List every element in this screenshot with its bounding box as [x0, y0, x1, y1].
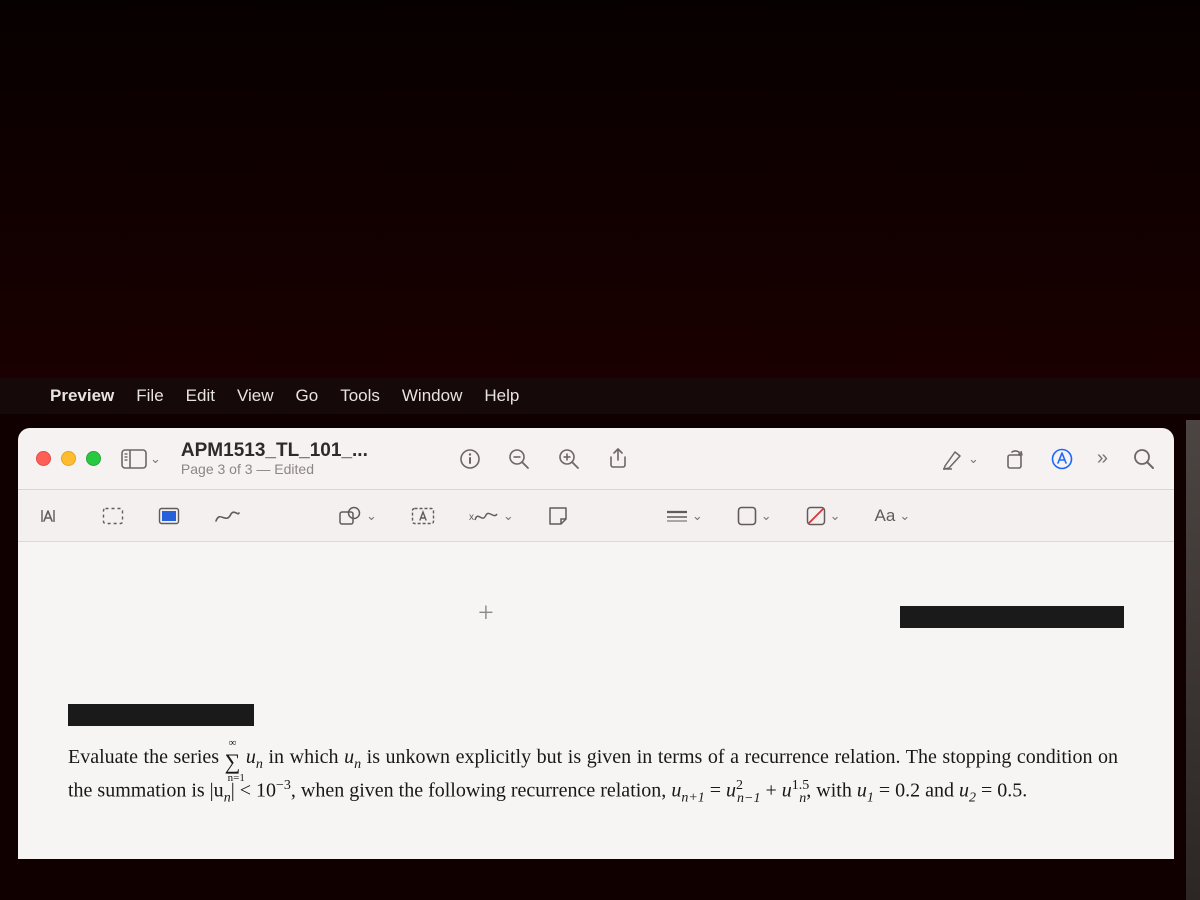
rect-selection-tool[interactable]: [102, 507, 124, 525]
markup-button[interactable]: [1051, 448, 1073, 470]
overflow-more-icon[interactable]: »: [1097, 447, 1108, 470]
menu-window[interactable]: Window: [402, 386, 462, 406]
redact-tool[interactable]: [158, 507, 180, 525]
document-title: APM1513_TL_101_...: [181, 440, 441, 462]
chevron-down-icon: ⌄: [503, 508, 514, 524]
zoom-out-button[interactable]: [507, 447, 531, 471]
text-tool[interactable]: [411, 507, 435, 525]
text-style-tool[interactable]: Aa ⌄: [875, 506, 911, 526]
sketch-tool[interactable]: [214, 507, 240, 525]
zoom-in-button[interactable]: [557, 447, 581, 471]
chevron-down-icon: ⌄: [761, 508, 772, 524]
shapes-tool[interactable]: ⌄: [338, 506, 377, 526]
border-style-tool[interactable]: ⌄: [666, 508, 703, 524]
menu-help[interactable]: Help: [484, 386, 519, 406]
sign-tool[interactable]: x ⌄: [469, 507, 514, 525]
sidebar-toggle-button[interactable]: ⌄: [121, 449, 161, 469]
menu-view[interactable]: View: [237, 386, 274, 406]
menu-file[interactable]: File: [136, 386, 163, 406]
window-zoom-button[interactable]: [86, 451, 101, 466]
chevron-down-icon: ⌄: [899, 508, 910, 524]
document-body-text: Evaluate the series ∑∞n=1 un in which un…: [68, 744, 1118, 809]
window-titlebar: ⌄ APM1513_TL_101_... Page 3 of 3 — Edite…: [18, 428, 1174, 490]
border-color-tool[interactable]: ⌄: [737, 506, 772, 526]
chevron-down-icon: ⌄: [830, 508, 841, 524]
menu-tools[interactable]: Tools: [340, 386, 380, 406]
menu-go[interactable]: Go: [296, 386, 319, 406]
window-close-button[interactable]: [36, 451, 51, 466]
redacted-block: [68, 704, 254, 726]
rotate-button[interactable]: [1003, 448, 1027, 470]
svg-text:x: x: [469, 512, 474, 523]
text-selection-tool[interactable]: [40, 506, 68, 526]
menu-edit[interactable]: Edit: [186, 386, 215, 406]
highlight-button[interactable]: ⌄: [941, 448, 979, 470]
markup-toolbar: ⌄ x ⌄ ⌄ ⌄ ⌄ Aa ⌄: [18, 490, 1174, 542]
chevron-down-icon: ⌄: [366, 508, 377, 524]
redacted-block: [900, 606, 1124, 628]
fill-color-tool[interactable]: ⌄: [806, 506, 841, 526]
app-menu[interactable]: Preview: [50, 386, 114, 406]
photo-edge-decoration: [1186, 420, 1200, 900]
info-button[interactable]: [459, 448, 481, 470]
search-button[interactable]: [1132, 447, 1156, 471]
window-minimize-button[interactable]: [61, 451, 76, 466]
share-button[interactable]: [607, 447, 629, 471]
document-viewport[interactable]: + Evaluate the series ∑∞n=1 un in which …: [18, 542, 1174, 859]
insert-marker: +: [478, 598, 494, 630]
document-subtitle: Page 3 of 3 — Edited: [181, 461, 441, 477]
chevron-down-icon: ⌄: [150, 451, 161, 467]
chevron-down-icon: ⌄: [968, 451, 979, 467]
note-tool[interactable]: [548, 506, 568, 526]
chevron-down-icon: ⌄: [692, 508, 703, 524]
